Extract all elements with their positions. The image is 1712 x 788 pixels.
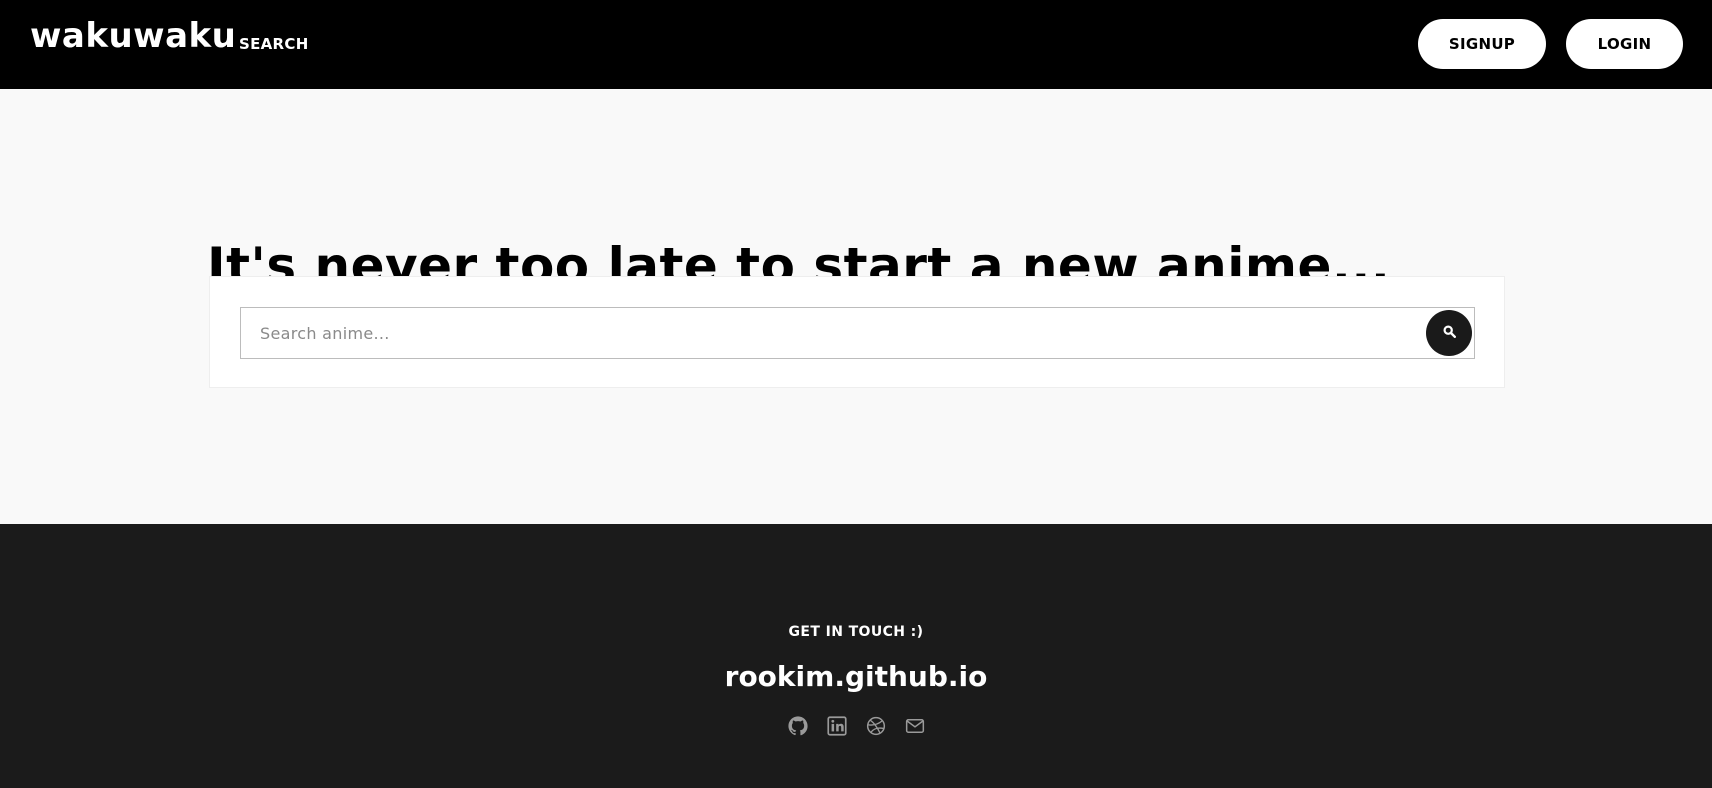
top-navbar: wakuwaku SEARCH SIGNUP LOGIN [0,0,1712,89]
search-input[interactable] [240,307,1475,359]
footer-eyebrow: GET IN TOUCH :) [788,624,924,640]
mail-icon[interactable] [905,716,925,736]
login-button[interactable]: LOGIN [1566,19,1683,69]
linkedin-icon[interactable] [826,716,847,736]
search-card [209,276,1505,388]
nav-link-search[interactable]: SEARCH [239,35,309,53]
footer-site-link[interactable]: rookim.github.io [0,660,1712,693]
social-icons [0,716,1712,736]
search-icon [1442,325,1456,341]
brand-logo[interactable]: wakuwaku [30,16,236,56]
signup-button[interactable]: SIGNUP [1418,19,1546,69]
page-footer: GET IN TOUCH :) rookim.github.io [0,524,1712,788]
search-button[interactable] [1426,310,1472,356]
dribbble-icon[interactable] [866,716,886,736]
github-icon[interactable] [787,716,808,736]
